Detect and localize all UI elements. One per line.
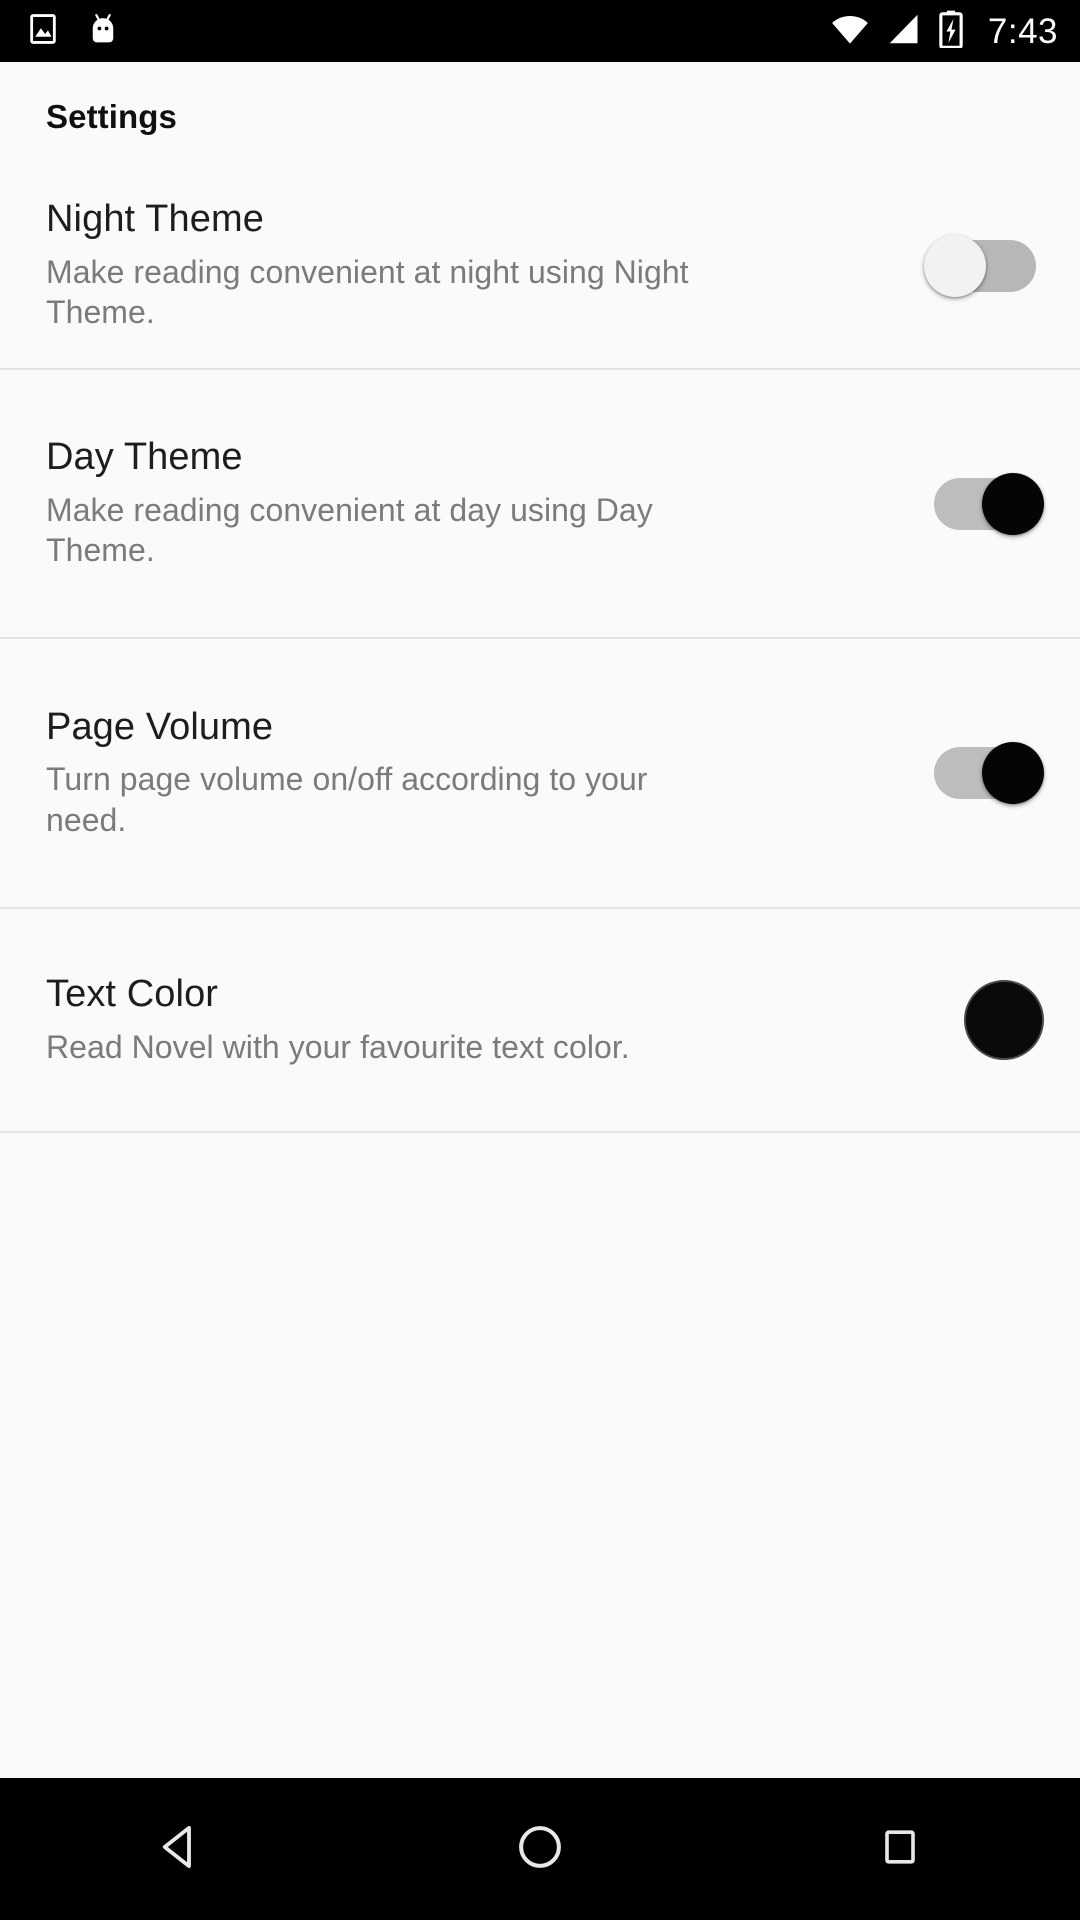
- setting-title: Text Color: [46, 973, 219, 1016]
- setting-title: Page Volume: [46, 705, 274, 748]
- setting-subtitle: Make reading convenient at day using Day…: [46, 491, 653, 569]
- switch-thumb: [982, 742, 1044, 804]
- home-circle-icon: [513, 1820, 567, 1879]
- home-button[interactable]: [465, 1778, 615, 1920]
- setting-subtitle: Make reading convenient at night using N…: [46, 253, 689, 331]
- setting-row-text: Day Theme Make reading convenient at day…: [46, 436, 926, 570]
- wifi-icon: [830, 12, 870, 51]
- recents-square-icon: [876, 1823, 924, 1876]
- switch-thumb: [924, 234, 986, 297]
- image-notification-icon: [26, 12, 60, 51]
- setting-control: [924, 234, 1044, 297]
- status-bar-clock: 7:43: [987, 11, 1058, 51]
- phone-screen: 7:43 Settings Night Theme Make reading c…: [0, 0, 1080, 1920]
- setting-control: [964, 980, 1044, 1060]
- status-bar-notification-icons: [26, 11, 120, 52]
- status-bar: 7:43: [0, 0, 1080, 62]
- day-theme-switch[interactable]: [926, 472, 1044, 535]
- setting-row-night-theme[interactable]: Night Theme Make reading convenient at n…: [0, 163, 1080, 368]
- status-bar-system-icons: 7:43: [830, 10, 1058, 53]
- setting-row-text: Night Theme Make reading convenient at n…: [46, 198, 926, 332]
- setting-row-day-theme[interactable]: Day Theme Make reading convenient at day…: [0, 370, 1080, 637]
- setting-control: [926, 472, 1044, 535]
- android-head-icon: [86, 11, 120, 52]
- android-navigation-bar: [0, 1778, 1080, 1920]
- setting-title: Night Theme: [46, 198, 264, 241]
- setting-row-text-color[interactable]: Text Color Read Novel with your favourit…: [0, 909, 1080, 1131]
- text-color-swatch[interactable]: [964, 980, 1044, 1060]
- setting-subtitle: Read Novel with your favourite text colo…: [46, 1028, 630, 1065]
- list-divider: [0, 1131, 1080, 1133]
- switch-thumb: [982, 472, 1044, 535]
- back-button[interactable]: [105, 1778, 255, 1920]
- setting-title: Day Theme: [46, 436, 243, 479]
- setting-row-text: Page Volume Turn page volume on/off acco…: [46, 706, 926, 840]
- recents-button[interactable]: [825, 1778, 975, 1920]
- cellular-signal-icon: [886, 12, 922, 51]
- settings-list: Night Theme Make reading convenient at n…: [0, 163, 1080, 1133]
- setting-control: [926, 742, 1044, 804]
- page-title: Settings: [46, 98, 177, 135]
- back-triangle-icon: [153, 1820, 207, 1879]
- night-theme-switch[interactable]: [924, 234, 1044, 297]
- setting-subtitle: Turn page volume on/off according to you…: [46, 761, 648, 838]
- page-volume-switch[interactable]: [926, 742, 1044, 804]
- battery-charging-icon: [938, 10, 964, 53]
- setting-row-text: Text Color Read Novel with your favourit…: [46, 973, 964, 1067]
- setting-row-page-volume[interactable]: Page Volume Turn page volume on/off acco…: [0, 639, 1080, 907]
